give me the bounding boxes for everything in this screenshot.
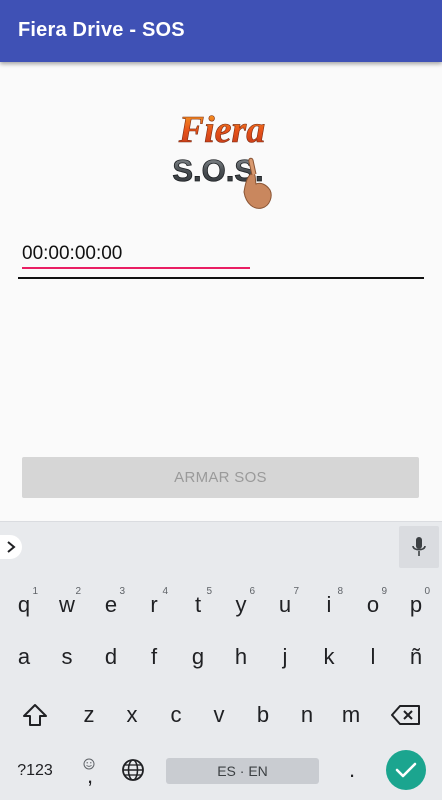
key-f[interactable]: f <box>134 633 174 681</box>
app-bar: Fiera Drive - SOS <box>0 0 442 62</box>
key-g[interactable]: g <box>178 633 218 681</box>
key-q[interactable]: q1 <box>4 581 44 629</box>
key-i[interactable]: i8 <box>309 581 349 629</box>
comma-key[interactable]: , <box>70 746 110 794</box>
fiera-sos-logo: Fiera S.O.S. <box>166 100 278 210</box>
key-t[interactable]: t5 <box>178 581 218 629</box>
key-z[interactable]: z <box>69 691 109 739</box>
symbols-key[interactable]: ?123 <box>10 756 60 786</box>
timer-input-underline <box>22 267 250 269</box>
key-s[interactable]: s <box>47 633 87 681</box>
key-d[interactable]: d <box>91 633 131 681</box>
emoji-icon <box>83 750 95 776</box>
key-k[interactable]: k <box>309 633 349 681</box>
timer-input[interactable] <box>22 238 250 270</box>
key-v[interactable]: v <box>199 691 239 739</box>
backspace-icon[interactable] <box>386 691 426 739</box>
key-n[interactable]: n <box>287 691 327 739</box>
arm-sos-button[interactable]: ARMAR SOS <box>22 457 419 498</box>
key-l[interactable]: l <box>353 633 393 681</box>
key-e[interactable]: e3 <box>91 581 131 629</box>
keyboard-suggestion-bar <box>0 521 442 571</box>
mic-icon[interactable] <box>399 526 439 568</box>
key-m[interactable]: m <box>331 691 371 739</box>
key-u[interactable]: u7 <box>265 581 305 629</box>
key-b[interactable]: b <box>243 691 283 739</box>
period-key[interactable]: . <box>332 746 372 794</box>
expand-icon[interactable] <box>0 535 22 559</box>
key-h[interactable]: h <box>221 633 261 681</box>
key-a[interactable]: a <box>4 633 44 681</box>
logo-fiera-text: Fiera <box>178 109 266 151</box>
app-title: Fiera Drive - SOS <box>18 19 185 41</box>
key-r[interactable]: r4 <box>134 581 174 629</box>
key-x[interactable]: x <box>112 691 152 739</box>
check-icon[interactable] <box>386 750 426 790</box>
content-divider <box>18 277 424 279</box>
key-enye[interactable]: ñ <box>396 633 436 681</box>
key-w[interactable]: w2 <box>47 581 87 629</box>
key-j[interactable]: j <box>265 633 305 681</box>
globe-icon[interactable] <box>113 746 153 794</box>
key-o[interactable]: o9 <box>353 581 393 629</box>
shift-icon[interactable] <box>15 691 55 739</box>
key-p[interactable]: p0 <box>396 581 436 629</box>
soft-keyboard: q1 w2 e3 r4 t5 y6 u7 i8 o9 p0 a s d f g … <box>0 521 442 800</box>
key-y[interactable]: y6 <box>221 581 261 629</box>
key-c[interactable]: c <box>156 691 196 739</box>
space-bar[interactable]: ES · EN <box>166 758 319 784</box>
